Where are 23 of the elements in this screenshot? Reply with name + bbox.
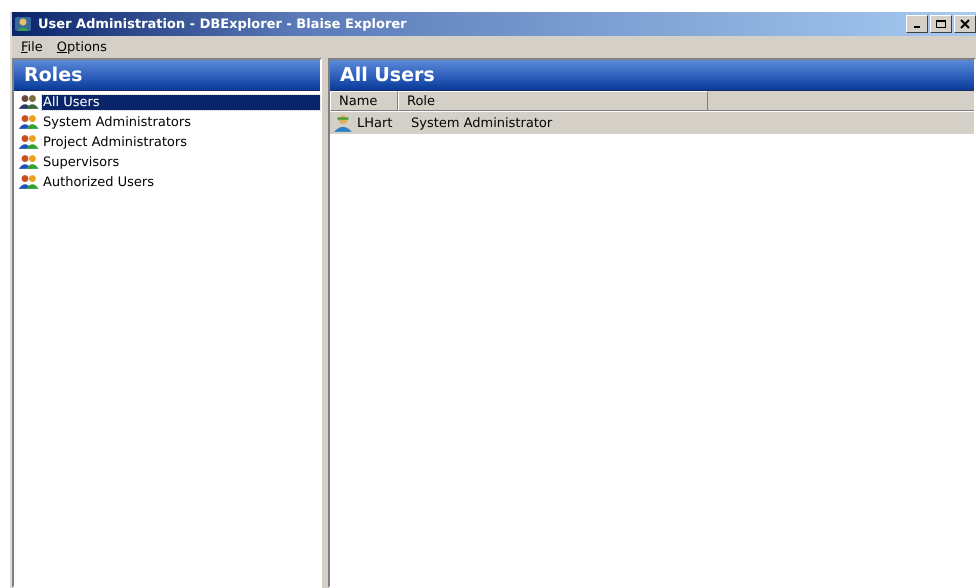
close-button[interactable]	[954, 15, 976, 33]
role-item[interactable]: All Users	[42, 94, 320, 110]
minimize-button[interactable]	[906, 15, 928, 33]
column-header[interactable]: Role	[398, 91, 708, 111]
role-item[interactable]: Project Administrators	[42, 134, 188, 150]
table-cell: System Administrator	[411, 116, 552, 130]
minimize-icon	[914, 26, 920, 28]
panel-header: All Users	[330, 60, 974, 91]
menu-item[interactable]: File	[16, 40, 48, 54]
table-row[interactable]: LHart System Administrator	[330, 112, 974, 134]
panel-header: Roles	[14, 60, 320, 91]
close-icon	[959, 19, 971, 29]
maximize-button[interactable]	[930, 15, 952, 33]
maximize-icon	[935, 19, 947, 29]
window-title: User Administration - DBExplorer - Blaise Explorer	[38, 16, 407, 32]
column-header[interactable]: Name	[330, 91, 398, 111]
menu-item[interactable]: Options	[52, 40, 112, 54]
role-item[interactable]: System Administrators	[42, 114, 192, 130]
table-cell-text: LHart	[357, 116, 394, 130]
role-item[interactable]: Supervisors	[42, 154, 120, 170]
role-item[interactable]: Authorized Users	[42, 174, 155, 190]
user-icon	[333, 113, 353, 133]
app-icon	[14, 15, 32, 33]
